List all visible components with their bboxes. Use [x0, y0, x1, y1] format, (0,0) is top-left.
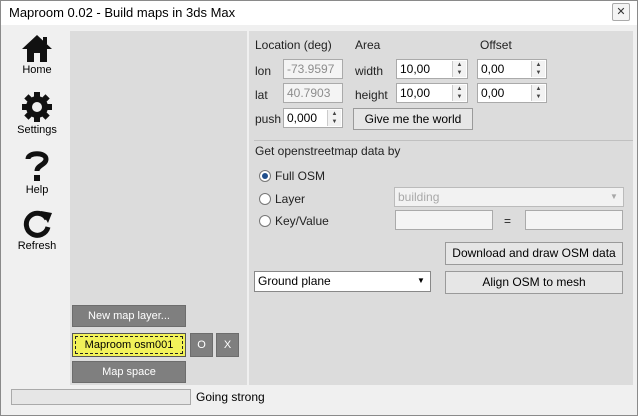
- offset-y-stepper[interactable]: 0,00 ▲ ▼: [477, 83, 547, 103]
- download-osm-button[interactable]: Download and draw OSM data: [445, 242, 623, 265]
- nav-help[interactable]: Help: [9, 149, 65, 196]
- full-osm-label: Full OSM: [275, 169, 326, 183]
- nav-refresh-label: Refresh: [17, 240, 57, 252]
- layer-select[interactable]: building ▼: [394, 187, 624, 207]
- lat-label: lat: [255, 88, 268, 102]
- nav-home[interactable]: Home: [9, 33, 65, 76]
- progress-bar: [11, 389, 191, 405]
- nav-refresh[interactable]: Refresh: [9, 207, 65, 252]
- layer-option-label: Layer: [275, 192, 306, 206]
- height-value: 10,00: [400, 86, 431, 100]
- width-value: 10,00: [400, 62, 431, 76]
- lon-field[interactable]: -73.9597: [283, 59, 343, 79]
- close-button[interactable]: ✕: [612, 3, 630, 21]
- align-osm-button[interactable]: Align OSM to mesh: [445, 271, 623, 294]
- window-title: Maproom 0.02 - Build maps in 3ds Max: [9, 5, 236, 20]
- push-value: 0,000: [287, 111, 318, 125]
- full-osm-radio[interactable]: [259, 170, 271, 182]
- offset-x-stepper[interactable]: 0,00 ▲ ▼: [477, 59, 547, 79]
- offset-heading: Offset: [480, 38, 512, 52]
- chevron-down-icon: ▼: [417, 276, 425, 285]
- value-field[interactable]: [525, 210, 623, 230]
- offset-y-value: 0,00: [481, 86, 505, 100]
- question-icon: [25, 151, 49, 181]
- nav-home-label: Home: [22, 64, 52, 76]
- home-icon: [22, 35, 52, 62]
- ground-plane-select[interactable]: Ground plane ▼: [254, 271, 431, 292]
- map-space-button[interactable]: Map space: [72, 361, 186, 383]
- nav-settings-label: Settings: [17, 124, 57, 136]
- height-label: height: [355, 88, 388, 102]
- layer-x-button[interactable]: X: [216, 333, 239, 357]
- offset-x-value: 0,00: [481, 62, 505, 76]
- push-spin-arrows[interactable]: ▲ ▼: [327, 110, 341, 126]
- location-heading: Location (deg): [255, 38, 332, 52]
- give-me-the-world-button[interactable]: Give me the world: [353, 108, 473, 130]
- width-label: width: [355, 64, 384, 78]
- area-heading: Area: [355, 38, 381, 52]
- app-window: Maproom 0.02 - Build maps in 3ds Max ✕ H…: [0, 0, 638, 416]
- settings-area: Location (deg) Area Offset lon -73.9597 …: [249, 31, 633, 385]
- width-spin-arrows[interactable]: ▲ ▼: [452, 61, 466, 77]
- key-field[interactable]: [395, 210, 493, 230]
- title-bar: Maproom 0.02 - Build maps in 3ds Max ✕: [1, 1, 637, 25]
- gear-icon: [22, 92, 52, 122]
- lat-field[interactable]: 40.7903: [283, 83, 343, 103]
- client-area: Home Settings Help Refresh New map layer…: [7, 29, 633, 411]
- width-stepper[interactable]: 10,00 ▲ ▼: [396, 59, 468, 79]
- keyvalue-radio[interactable]: [259, 215, 271, 227]
- layer-select-value: building: [398, 190, 440, 204]
- new-map-layer-button[interactable]: New map layer...: [72, 305, 186, 327]
- height-stepper[interactable]: 10,00 ▲ ▼: [396, 83, 468, 103]
- layer-radio[interactable]: [259, 193, 271, 205]
- layer-panel: New map layer... Maproom osm001 O X Map …: [70, 31, 247, 385]
- push-label: push: [255, 112, 282, 126]
- ground-plane-value: Ground plane: [258, 274, 331, 288]
- status-text: Going strong: [196, 390, 265, 404]
- push-stepper[interactable]: 0,000 ▲ ▼: [283, 108, 343, 128]
- nav-help-label: Help: [25, 184, 49, 196]
- offset-y-spin-arrows[interactable]: ▲ ▼: [531, 85, 545, 101]
- chevron-down-icon: ▼: [610, 192, 618, 201]
- equals-sign: =: [504, 214, 512, 228]
- refresh-icon: [23, 210, 52, 238]
- lon-label: lon: [255, 64, 272, 78]
- keyvalue-option-label: Key/Value: [275, 214, 329, 228]
- nav-settings[interactable]: Settings: [9, 91, 65, 136]
- height-spin-arrows[interactable]: ▲ ▼: [452, 85, 466, 101]
- section-divider: [254, 140, 633, 141]
- osm-heading: Get openstreetmap data by: [255, 144, 401, 158]
- active-layer-button[interactable]: Maproom osm001: [72, 333, 186, 357]
- layer-o-button[interactable]: O: [190, 333, 213, 357]
- offset-x-spin-arrows[interactable]: ▲ ▼: [531, 61, 545, 77]
